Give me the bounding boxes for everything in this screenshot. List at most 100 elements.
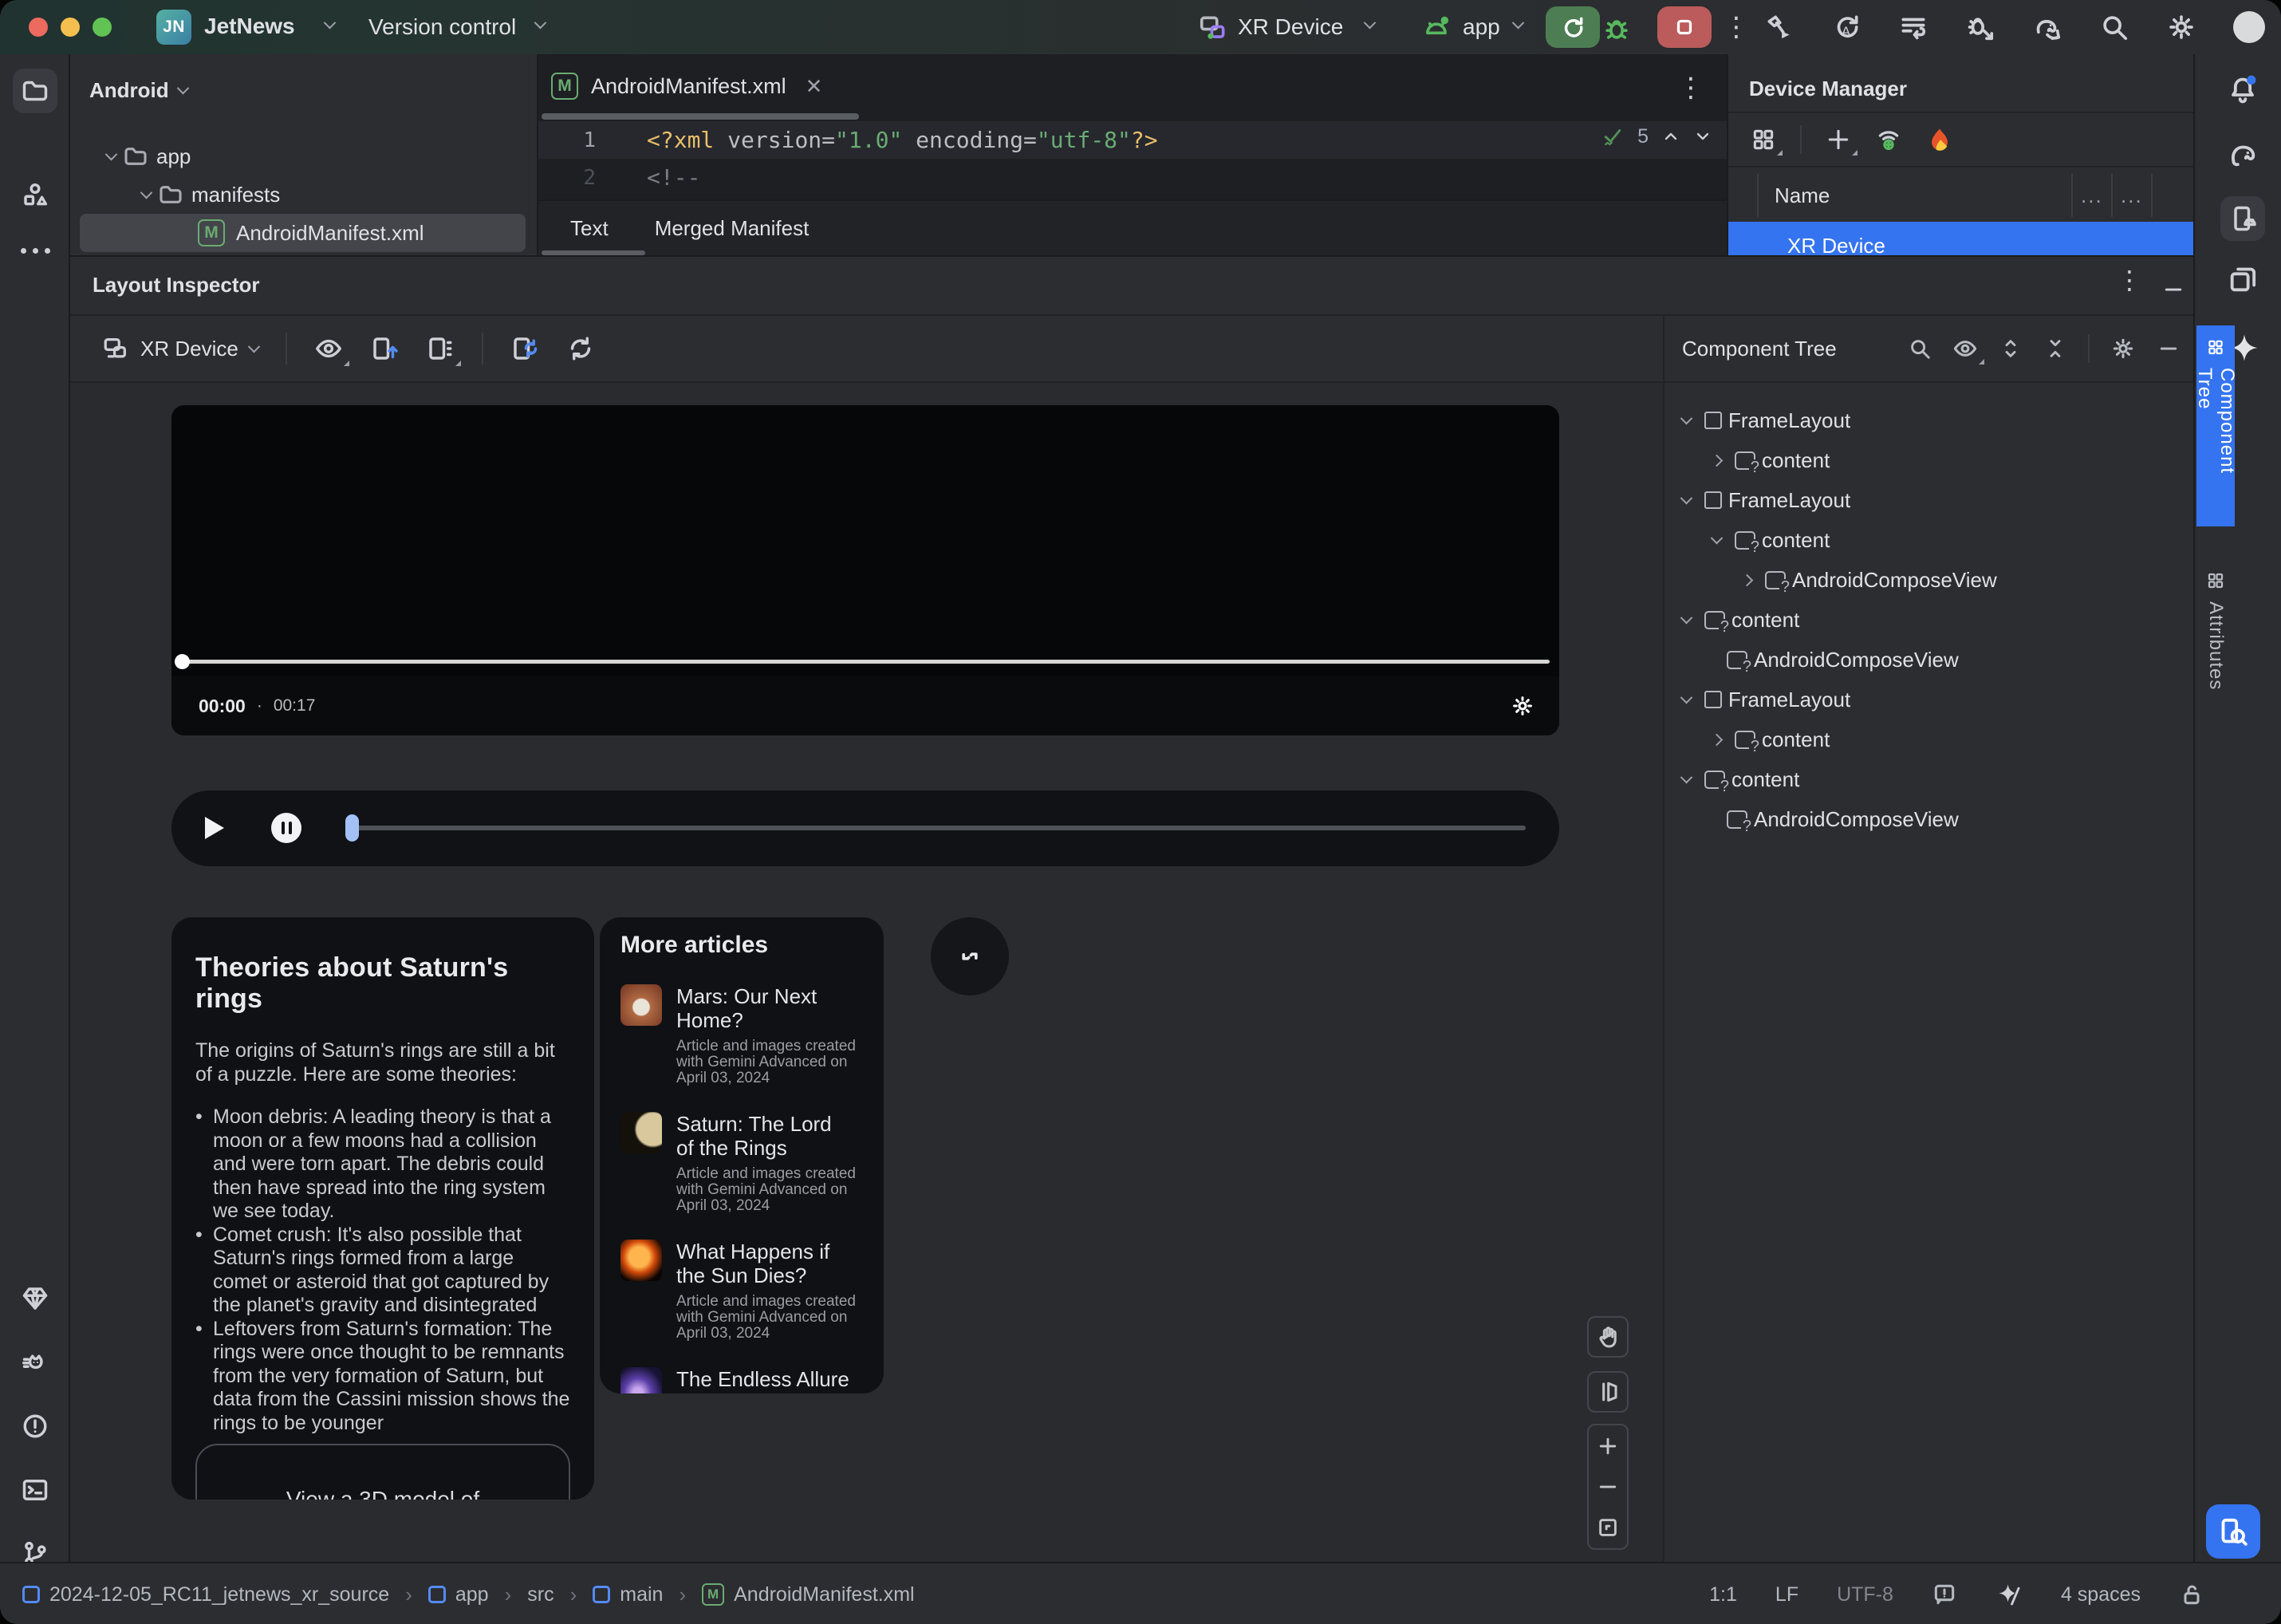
project-node-manifests[interactable]: manifests [70, 175, 537, 214]
inspector-canvas[interactable]: 00:00 · 00:17 Theories about Saturn's ri… [70, 383, 1663, 1562]
breadcrumb-item[interactable]: 2024-12-05_RC11_jetnews_xr_source [22, 1583, 389, 1606]
firebase-icon[interactable] [1926, 126, 1953, 153]
zoom-in-button[interactable] [1596, 1434, 1620, 1458]
stop-button[interactable] [1657, 6, 1712, 48]
article-item[interactable]: The Endless Allure of the UniverseArticl… [620, 1367, 863, 1393]
tree-node[interactable]: content [1664, 719, 2193, 759]
article-item[interactable]: Saturn: The Lord of the Rings Article and… [620, 1112, 863, 1214]
add-device-icon[interactable] [1826, 127, 1857, 156]
gradle-tool-icon[interactable] [2227, 137, 2259, 169]
attach-debugger-icon[interactable] [1965, 12, 1995, 42]
minimize-window-button[interactable] [61, 18, 80, 37]
recent-changes-icon[interactable] [1898, 12, 1928, 42]
rerun-button[interactable] [1546, 6, 1600, 48]
collapse-panel-fab[interactable] [931, 917, 1009, 995]
app-quality-insights-tool-button[interactable] [13, 1276, 57, 1321]
apply-changes-icon[interactable]: A [1831, 12, 1861, 42]
avatar[interactable] [2233, 11, 2265, 43]
terminal-tool-button[interactable] [13, 1468, 57, 1512]
tree-node[interactable]: FrameLayout [1664, 400, 2193, 440]
tree-node[interactable]: FrameLayout [1664, 480, 2193, 520]
breadcrumb-item[interactable]: main [593, 1583, 663, 1606]
pan-hand-tool-button[interactable] [1587, 1316, 1629, 1358]
audio-slider-thumb[interactable] [345, 814, 359, 842]
tab-component-tree[interactable]: Component Tree [2194, 325, 2238, 526]
project-name[interactable]: JetNews [204, 14, 295, 39]
view-3d-model-button[interactable]: View a 3D model of [195, 1444, 570, 1500]
target-device-selector[interactable]: XR Device [1238, 14, 1343, 40]
layer-spacing-icon[interactable] [426, 334, 461, 366]
audio-player[interactable] [171, 790, 1559, 866]
breadcrumb-item[interactable]: src [527, 1583, 554, 1606]
tree-node[interactable]: content [1664, 600, 2193, 640]
article-item[interactable]: Mars: Our Next Home? Article and images c… [620, 984, 863, 1086]
group-devices-icon[interactable] [1751, 127, 1783, 156]
ai-assistant-disabled-icon[interactable] [1995, 1581, 2023, 1608]
deep-inspect-eye-icon[interactable] [314, 334, 349, 366]
video-player[interactable]: 00:00 · 00:17 [171, 405, 1559, 735]
project-logo[interactable]: JN [156, 10, 191, 45]
indent-setting[interactable]: 4 spaces [2061, 1583, 2141, 1606]
gradle-sync-icon[interactable] [2032, 12, 2062, 42]
tree-node[interactable]: content [1664, 440, 2193, 480]
column-header-ellipsis[interactable]: ... [2121, 183, 2143, 208]
filter-eye-icon[interactable] [1952, 336, 1984, 365]
run-config-selector[interactable]: app [1463, 14, 1500, 40]
debug-icon[interactable] [1601, 13, 1632, 43]
close-window-button[interactable] [29, 18, 48, 37]
audio-slider-track[interactable] [345, 814, 1526, 842]
line-ending[interactable]: LF [1775, 1583, 1798, 1606]
more-actions-kebab-icon[interactable]: ⋮ [1723, 11, 1750, 43]
vcs-widget[interactable]: Version control [368, 14, 516, 40]
zoom-to-fit-button[interactable] [1596, 1516, 1620, 1539]
pause-button[interactable] [271, 813, 301, 843]
live-updates-icon[interactable] [510, 334, 539, 363]
tab-attributes[interactable]: Attributes [2196, 558, 2235, 731]
settings-gear-icon[interactable] [2166, 12, 2196, 42]
tree-node[interactable]: AndroidComposeView [1664, 799, 2193, 839]
refresh-icon[interactable] [566, 334, 595, 363]
breadcrumb-item[interactable]: app [427, 1583, 489, 1606]
name-column-header[interactable]: Name [1775, 183, 1830, 208]
tree-node[interactable]: content [1664, 520, 2193, 560]
project-view-selector[interactable]: Android [89, 78, 189, 103]
lock-open-icon[interactable] [2179, 1582, 2204, 1607]
zoom-out-button[interactable] [1596, 1475, 1620, 1499]
play-icon[interactable] [205, 817, 224, 839]
select-process-icon[interactable] [370, 334, 399, 363]
tree-node[interactable]: content [1664, 759, 2193, 799]
search-everywhere-icon[interactable] [2099, 12, 2129, 42]
problems-tool-button[interactable] [13, 1404, 57, 1449]
project-tool-button[interactable] [13, 69, 57, 113]
column-header-ellipsis[interactable]: ... [2081, 183, 2103, 208]
project-node-app[interactable]: app [70, 137, 537, 175]
layout-inspector-mode-button[interactable] [2206, 1504, 2260, 1559]
inspections-widget-icon[interactable] [1932, 1582, 1957, 1607]
device-manager-tool-button[interactable] [2220, 196, 2265, 241]
3d-mode-button[interactable] [1587, 1371, 1629, 1413]
code-line-1[interactable]: 1 <?xml version="1.0" encoding="utf-8"?> [538, 121, 1727, 159]
notifications-bell-icon[interactable] [2227, 73, 2259, 105]
breadcrumb-item[interactable]: M AndroidManifest.xml [702, 1583, 915, 1606]
device-row-xr-device[interactable]: XR Device [1728, 222, 2193, 255]
editor-options-kebab-icon[interactable]: ⋮ [1677, 72, 1704, 104]
inspector-device-selector[interactable]: XR Device [102, 335, 261, 362]
collapse-all-icon[interactable] [2043, 337, 2067, 361]
maximize-window-button[interactable] [93, 18, 112, 37]
panel-options-kebab-icon[interactable]: ⋮ [2117, 265, 2142, 295]
close-tab-icon[interactable]: ✕ [806, 74, 823, 99]
video-settings-gear-icon[interactable] [1510, 693, 1535, 719]
search-icon[interactable] [1908, 337, 1932, 361]
minimize-panel-icon[interactable] [2161, 278, 2185, 302]
tab-merged-manifest[interactable]: Merged Manifest [655, 216, 810, 241]
video-progress-thumb[interactable] [175, 654, 190, 669]
file-encoding[interactable]: UTF-8 [1837, 1583, 1893, 1606]
logcat-tool-button[interactable] [13, 1340, 57, 1385]
tree-node[interactable]: FrameLayout [1664, 680, 2193, 719]
code-line-2[interactable]: 2 <!-- [538, 159, 1727, 196]
expand-all-icon[interactable] [1999, 337, 2023, 361]
tab-text[interactable]: Text [570, 216, 609, 241]
caret-position[interactable]: 1:1 [1709, 1583, 1737, 1606]
tree-node[interactable]: AndroidComposeView [1664, 560, 2193, 600]
tree-settings-gear-icon[interactable] [2110, 336, 2136, 361]
